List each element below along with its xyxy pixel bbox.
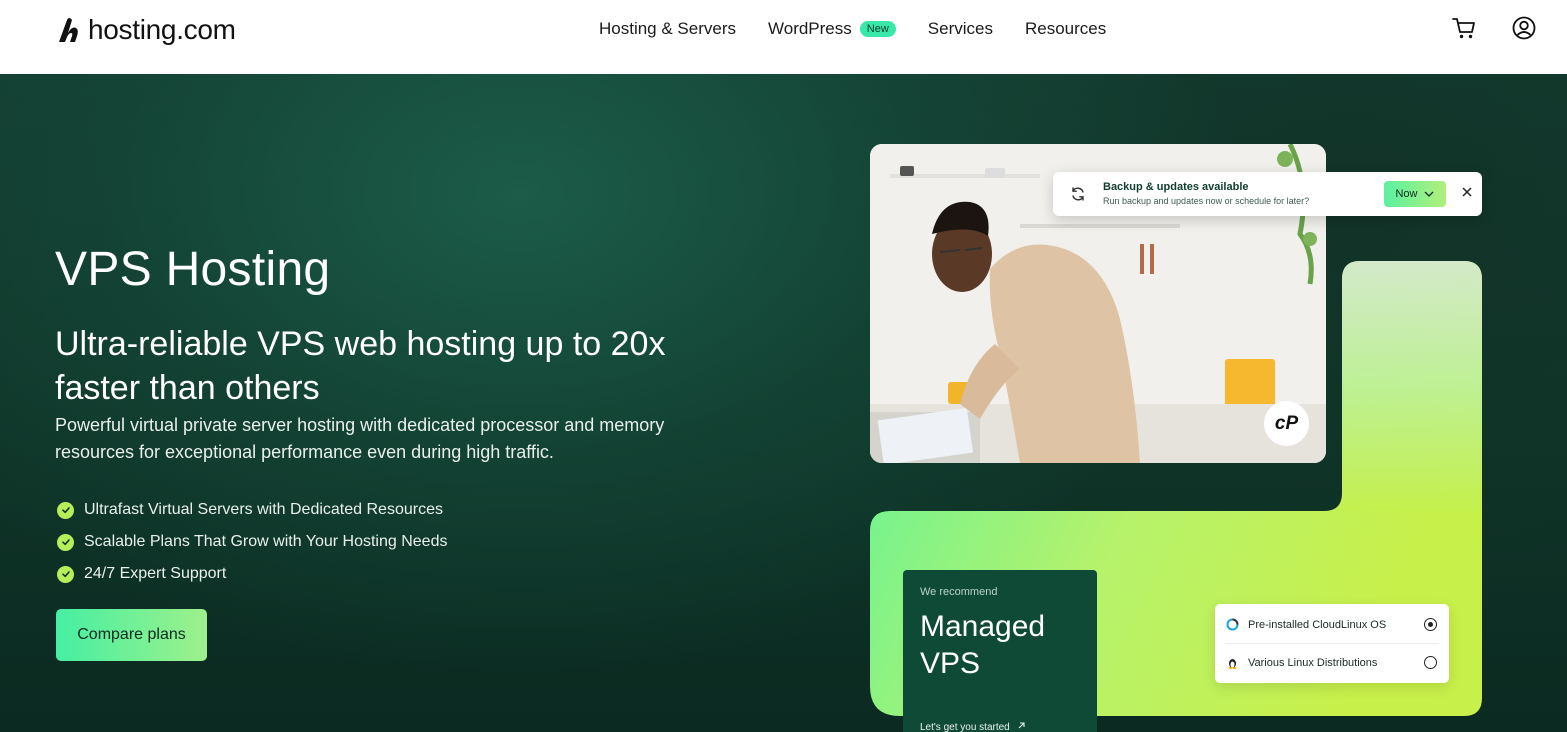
feature-label: Scalable Plans That Grow with Your Hosti… [84,533,448,550]
new-badge: New [859,21,896,37]
hero-subtitle: Ultra-reliable VPS web hosting up to 20x… [55,325,666,407]
notification-title: Backup & updates available [1103,181,1249,193]
radio-selected[interactable] [1424,618,1437,631]
os-option-label: Various Linux Distributions [1248,656,1378,669]
main-nav: Hosting & Servers WordPress New Services… [599,18,1138,40]
logo-text: hosting.com [88,14,236,45]
backup-notification: Backup & updates available Run backup an… [1053,172,1482,216]
now-label: Now [1395,188,1418,200]
os-option-cloudlinux[interactable]: Pre-installed CloudLinux OS [1215,605,1449,644]
nav-resources[interactable]: Resources [1025,19,1106,39]
logo-mark-icon [59,18,78,42]
hero-description: Powerful virtual private server hosting … [55,415,665,462]
get-started-label: Let's get you started [920,722,1010,732]
nav-label: Hosting & Servers [599,19,736,38]
nav-wordpress[interactable]: WordPress New [768,19,896,39]
feature-list: Ultrafast Virtual Servers with Dedicated… [57,494,447,590]
cloudlinux-icon [1226,618,1239,631]
site-header: hosting.com Hosting & Servers WordPress … [0,0,1567,74]
recommend-label: We recommend [920,586,998,598]
check-icon [57,565,74,583]
check-icon [57,501,74,519]
chevron-down-icon [1424,191,1433,197]
feature-item: Ultrafast Virtual Servers with Dedicated… [57,494,447,526]
hero-section: VPS Hosting Ultra-reliable VPS web hosti… [0,74,1567,732]
nav-label: Services [927,19,993,38]
os-options-card: Pre-installed CloudLinux OS Various Linu… [1215,604,1449,683]
linux-penguin-icon [1228,659,1237,669]
logo[interactable]: hosting.com [56,12,236,48]
feature-item: Scalable Plans That Grow with Your Hosti… [57,526,447,558]
refresh-icon [1072,187,1084,201]
nav-label: WordPress [768,19,852,38]
nav-hosting-servers[interactable]: Hosting & Servers [599,19,736,39]
feature-item: 24/7 Expert Support [57,558,447,590]
account-icon[interactable] [1511,15,1537,41]
compare-plans-button[interactable]: Compare plans [56,609,207,661]
cart-icon[interactable] [1451,15,1477,41]
arrow-up-right-icon [1018,722,1025,729]
feature-label: Ultrafast Virtual Servers with Dedicated… [84,501,443,518]
os-option-label: Pre-installed CloudLinux OS [1248,618,1387,631]
radio-unselected[interactable] [1424,656,1437,669]
cpanel-badge: cP [1264,401,1309,446]
page-title: VPS Hosting [55,243,331,296]
get-started-link[interactable]: Let's get you started [920,721,1026,732]
notification-body: Run backup and updates now or schedule f… [1103,196,1310,206]
feature-label: 24/7 Expert Support [84,565,227,582]
recommend-title: Managed VPS [920,610,1046,680]
nav-label: Resources [1024,19,1107,38]
nav-services[interactable]: Services [928,19,993,39]
recommend-card[interactable]: We recommend Managed VPS Let's get you s… [903,570,1097,732]
check-icon [57,533,74,551]
os-option-linux[interactable]: Various Linux Distributions [1215,643,1449,682]
close-icon[interactable] [1458,185,1476,203]
now-dropdown-button[interactable]: Now [1384,181,1446,207]
